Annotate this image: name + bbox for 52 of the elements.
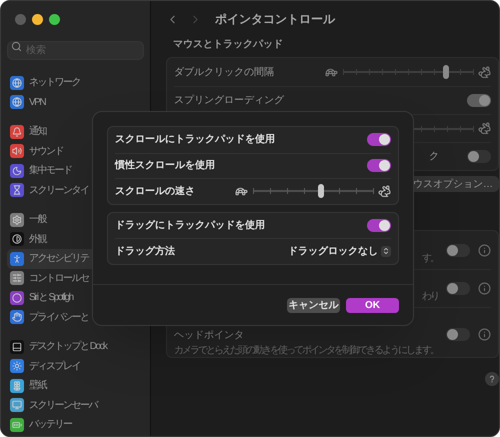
setting-label: ヘッドポインタ <box>174 329 245 343</box>
setting-label: ドラッグにトラックパッドを使用 <box>115 218 265 233</box>
turtle-icon <box>235 184 248 198</box>
help-button[interactable] <box>485 372 499 386</box>
slider[interactable] <box>253 184 373 198</box>
sidebar-item[interactable]: 壁紙 <box>7 376 144 396</box>
setting-description: カメラでとらえた頭の動きを使ってポインタを制御できるようにします。 <box>174 344 438 358</box>
slider[interactable] <box>343 65 473 79</box>
toggle-switch[interactable] <box>467 150 491 163</box>
setting-description: す。 <box>422 252 438 266</box>
toggle-switch[interactable] <box>446 244 470 256</box>
sidebar-item[interactable]: デスクトップと Dock <box>7 337 144 356</box>
toggle-switch[interactable] <box>446 282 470 295</box>
ok-button[interactable]: OK <box>346 298 399 313</box>
sidebar-item[interactable]: バッテリー <box>7 415 144 434</box>
setting-label: スクロールにトラックパッドを使用 <box>115 132 275 148</box>
setting-label: 慣性スクロールを使用 <box>115 158 215 174</box>
question-mark-icon <box>488 375 496 383</box>
section-title: マウスとトラックパッド <box>173 38 284 52</box>
setting-label: スクロールの速さ <box>115 184 195 199</box>
info-icon[interactable] <box>478 244 491 256</box>
toggle-switch[interactable] <box>367 133 391 146</box>
sidebar-item[interactable]: Siri と Spotligh <box>7 288 144 308</box>
setting-description: わり <box>422 290 438 304</box>
sidebar-item[interactable]: ディスプレイ <box>7 356 144 376</box>
zoom-button[interactable] <box>49 14 60 25</box>
sidebar-item[interactable]: コントロールセ <box>7 268 144 288</box>
minimize-button[interactable] <box>32 14 43 25</box>
popup-button[interactable]: ドラッグロックなし <box>288 244 391 259</box>
window-title: ポインタコントロール <box>215 11 335 28</box>
info-icon[interactable] <box>478 282 491 295</box>
sidebar-item[interactable]: ネットワーク <box>7 73 144 92</box>
toggle-switch[interactable] <box>367 159 391 172</box>
toggle-switch[interactable] <box>446 328 470 341</box>
sidebar-item[interactable]: VPN <box>7 92 144 112</box>
slider-thumb[interactable] <box>442 65 449 79</box>
cancel-button[interactable]: キャンセル <box>287 298 340 313</box>
up-down-chevron-icon <box>382 247 390 256</box>
turtle-icon <box>325 66 338 78</box>
rabbit-icon <box>378 184 391 198</box>
setting-label: ク <box>429 150 439 164</box>
toggle-switch[interactable] <box>367 218 391 232</box>
sidebar-item[interactable]: プライバシーと <box>7 308 144 327</box>
setting-label: スプリングローディング <box>174 94 284 108</box>
sidebar-item[interactable]: スクリーンセーバ <box>7 396 144 415</box>
rabbit-icon <box>478 122 491 135</box>
slider-thumb[interactable] <box>318 184 324 198</box>
info-icon[interactable] <box>478 328 491 341</box>
setting-label: ダブルクリックの間隔 <box>174 66 274 80</box>
rabbit-icon <box>478 66 491 78</box>
search-icon <box>11 41 22 52</box>
toggle-switch[interactable] <box>467 94 491 107</box>
